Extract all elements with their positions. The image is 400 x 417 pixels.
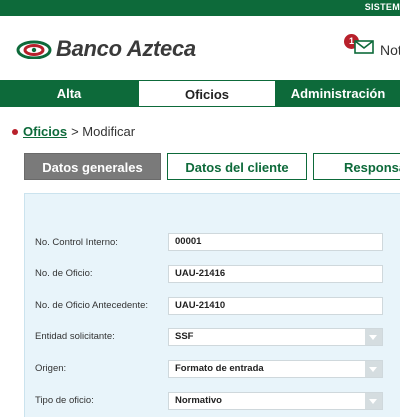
nav-item-alta[interactable]: Alta	[0, 80, 138, 107]
entidad-solicitante-select[interactable]: SSF	[168, 328, 383, 346]
nav-item-administracion[interactable]: Administración	[276, 80, 400, 107]
tipo-oficio-value: Normativo	[175, 395, 222, 406]
tab-datos-del-cliente[interactable]: Datos del cliente	[167, 153, 307, 180]
entidad-solicitante-value: SSF	[175, 331, 194, 342]
chevron-down-icon[interactable]	[365, 329, 382, 345]
origen-value: Formato de entrada	[175, 363, 264, 374]
top-bar: SISTEM	[0, 0, 400, 16]
breadcrumb-current: > Modificar	[71, 124, 136, 139]
azteca-logo-icon	[16, 39, 52, 60]
envelope-icon	[354, 40, 374, 59]
field-label-no-oficio: No. de Oficio:	[35, 268, 93, 279]
field-label-entidad-solicitante: Entidad solicitante:	[35, 331, 115, 342]
breadcrumb: Oficios > Modificar	[12, 124, 135, 139]
control-interno-input[interactable]: 00001	[168, 233, 383, 251]
field-label-oficio-antecedente: No. de Oficio Antecedente:	[35, 300, 149, 311]
oficio-antecedente-input[interactable]: UAU-21410	[168, 297, 383, 315]
tipo-oficio-select[interactable]: Normativo	[168, 392, 383, 410]
header: Banco Azteca 1 Noti	[0, 16, 400, 80]
bullet-icon	[12, 128, 18, 135]
tab-responsable[interactable]: Responsal	[313, 153, 400, 180]
notifications-label: Noti	[380, 42, 400, 58]
main-nav: Alta Oficios Administración	[0, 80, 400, 107]
field-label-tipo-oficio: Tipo de oficio:	[35, 395, 94, 406]
chevron-down-icon[interactable]	[365, 361, 382, 377]
nav-item-oficios[interactable]: Oficios	[138, 80, 276, 107]
brand-logo[interactable]: Banco Azteca	[16, 36, 196, 62]
breadcrumb-link-oficios[interactable]: Oficios	[23, 124, 67, 139]
tab-datos-generales[interactable]: Datos generales	[24, 153, 161, 180]
field-label-control-interno: No. Control Interno:	[35, 237, 118, 248]
brand-name: Banco Azteca	[56, 36, 196, 61]
field-label-origen: Origen:	[35, 363, 67, 374]
origen-select[interactable]: Formato de entrada	[168, 360, 383, 378]
no-oficio-input[interactable]: UAU-21416	[168, 265, 383, 283]
chevron-down-icon[interactable]	[365, 393, 382, 409]
system-label: SISTEM	[364, 2, 400, 12]
